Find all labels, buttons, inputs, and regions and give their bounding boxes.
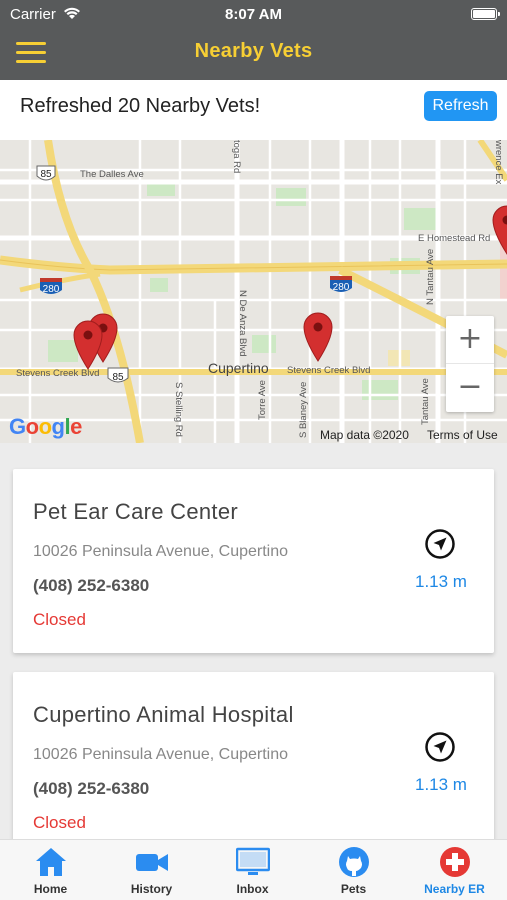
status-bar: Carrier 8:07 AM [0,0,507,28]
vet-list[interactable]: Pet Ear Care Center 10026 Peninsula Aven… [0,443,507,839]
refresh-button[interactable]: Refresh [424,91,497,121]
refresh-message: Refreshed 20 Nearby Vets! [20,95,261,117]
tab-inbox[interactable]: Inbox [202,840,303,900]
app-header: Carrier 8:07 AM Nearby Vets [0,0,507,80]
map-label-lawrence: wrence Ex [493,140,504,185]
map-label-tantau: Tantau Ave [420,378,431,425]
page-title: Nearby Vets [194,40,313,62]
monitor-icon [236,847,270,875]
tab-nearby-er[interactable]: Nearby ER [404,840,505,900]
red-cross-icon [440,847,470,877]
navigation-icon[interactable] [424,731,456,763]
vet-name: Pet Ear Care Center [33,499,239,524]
map-label-cupertino: Cupertino [208,360,269,376]
vet-status: Closed [33,813,86,832]
map-marker-icon[interactable] [73,320,103,370]
zoom-out-button[interactable]: − [446,364,494,412]
home-icon [36,848,66,876]
map-attribution: Map data ©2020 [320,428,409,442]
vet-card[interactable]: Cupertino Animal Hospital 10026 Peninsul… [13,672,494,839]
tab-home[interactable]: Home [0,840,101,900]
navigation-icon[interactable] [424,528,456,560]
vet-phone[interactable]: (408) 252-6380 [33,576,149,596]
map-label-de-anza: N De Anza Blvd [237,290,248,357]
tab-label: Pets [340,882,367,896]
map-label-torre: Torre Ave [257,380,268,420]
map-label-280-left: 280 [43,284,60,295]
tab-label: Home [33,882,68,896]
map-label-280-right: 280 [333,282,350,293]
vet-status: Closed [33,610,86,629]
refresh-bar: Refreshed 20 Nearby Vets! Refresh [0,80,507,140]
github-icon [339,847,369,877]
battery-icon [471,8,500,20]
map-label-stelling: S Stelling Rd [173,382,184,437]
map-canvas: 85 280 280 85 The Dalles Ave E Homestead… [0,140,507,443]
map-label-toga: toga Rd [231,140,242,173]
vet-name: Cupertino Animal Hospital [33,702,294,727]
tab-pets[interactable]: Pets [303,840,404,900]
tab-label: Inbox [236,882,269,896]
map-terms-link[interactable]: Terms of Use [427,428,498,442]
tab-history[interactable]: History [101,840,202,900]
map-label-homestead: E Homestead Rd [418,233,490,244]
map-label-stevens-right: Stevens Creek Blvd [287,365,370,376]
map-label-85-top: 85 [40,169,52,180]
map-zoom-controls: + − [446,316,494,412]
tab-label: Nearby ER [424,882,485,896]
map-label-85-bottom: 85 [112,372,124,383]
vet-phone[interactable]: (408) 252-6380 [33,779,149,799]
vet-address: 10026 Peninsula Avenue, Cupertino [33,746,289,763]
vet-address: 10026 Peninsula Avenue, Cupertino [33,543,289,560]
zoom-in-button[interactable]: + [446,316,494,364]
map-label-tantau-n: N Tantau Ave [425,249,436,305]
map-label-stevens-left: Stevens Creek Blvd [16,368,99,379]
tab-bar: Home History Inbox Pets Nearby ER [0,839,507,900]
map-view[interactable]: 85 280 280 85 The Dalles Ave E Homestead… [0,140,507,443]
map-label-blaney: S Blaney Ave [298,382,309,438]
clock: 8:07 AM [225,6,282,23]
video-camera-icon [136,854,168,871]
vet-distance: 1.13 m [415,775,467,794]
map-marker-icon[interactable] [303,312,333,362]
google-logo: Google [9,414,82,439]
map-label-the-dalles: The Dalles Ave [80,169,144,180]
vet-distance: 1.13 m [415,572,467,591]
vet-card[interactable]: Pet Ear Care Center 10026 Peninsula Aven… [13,469,494,653]
tab-label: History [130,882,173,896]
